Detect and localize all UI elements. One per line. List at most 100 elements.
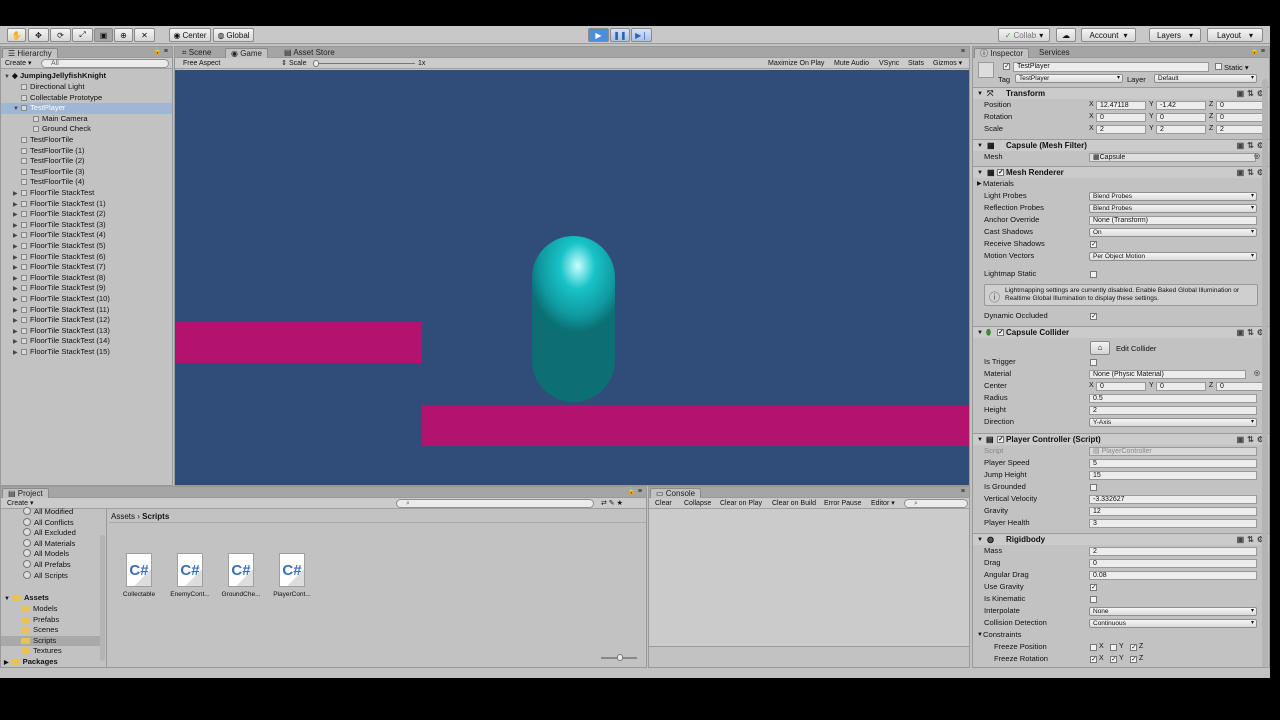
object-picker-icon[interactable]: ◎ [1254,151,1260,163]
hierarchy-item[interactable]: TestFloorTile (3) [1,167,172,178]
script-asset[interactable]: C# Collectable [116,553,162,598]
tab-scene[interactable]: ⌗ Scene [177,48,216,58]
hierarchy-item[interactable]: ▶ FloorTile StackTest (15) [1,347,172,358]
packages-root[interactable]: ▶ Packages [1,657,101,667]
hierarchy-item[interactable]: ▶ FloorTile StackTest (14) [1,336,172,347]
active-checkbox[interactable]: ✓ [1003,63,1010,70]
layout-dropdown[interactable]: Layout ▾ [1207,28,1263,42]
hierarchy-item[interactable]: ▶ FloorTile StackTest [1,188,172,199]
scale-slider[interactable] [313,63,415,64]
folder-tree-scrollbar[interactable] [100,535,105,661]
hierarchy-item[interactable]: ▶ FloorTile StackTest (6) [1,252,172,263]
layers-dropdown[interactable]: Layers ▾ [1149,28,1201,42]
reflection-probes-dropdown[interactable]: Blend Probes [1089,203,1257,213]
is-grounded-checkbox[interactable] [1090,483,1097,491]
icon-size-slider-thumb[interactable] [617,654,623,661]
hierarchy-item[interactable]: ▼ TestPlayer [1,103,172,114]
scale-y-field[interactable]: 2 [1156,124,1206,134]
object-picker-icon[interactable]: ◎ [1254,368,1260,380]
hierarchy-item[interactable]: Directional Light [1,82,172,93]
mesh-renderer-enabled-checkbox[interactable]: ✓ [997,169,1004,176]
console-clear-on-build-button[interactable]: Clear on Build [772,499,816,508]
object-name-field[interactable]: TestPlayer [1013,62,1209,72]
stats-toggle[interactable]: Stats [908,59,924,68]
script-asset[interactable]: C# PlayerCont... [269,553,315,598]
hierarchy-item[interactable]: ▶ FloorTile StackTest (3) [1,220,172,231]
panel-menu-icon[interactable]: 🔒 ≡ [627,487,642,496]
freeze-rotation-z-checkbox[interactable]: ✓ [1130,655,1137,663]
console-collapse-button[interactable]: Collapse [684,499,711,508]
tab-hierarchy[interactable]: ☰ Hierarchy [2,48,58,58]
scale-x-field[interactable]: 2 [1096,124,1146,134]
is-kinematic-checkbox[interactable] [1090,595,1097,603]
favorite-item[interactable]: All Materials [1,538,101,550]
pivot-center-toggle[interactable]: ◉ Center [169,28,211,42]
player-health-field[interactable]: 3 [1089,518,1257,528]
favorite-item[interactable]: All Models [1,549,101,560]
scale-slider-thumb[interactable] [313,60,319,67]
play-button[interactable]: ▶ [588,28,609,42]
center-z-field[interactable]: 0 [1216,381,1266,391]
gravity-field[interactable]: 12 [1089,506,1257,516]
mute-audio-toggle[interactable]: Mute Audio [834,59,869,68]
dynamic-occluded-checkbox[interactable]: ✓ [1090,312,1097,320]
folder-item[interactable]: Models [1,604,101,615]
tab-console[interactable]: ▭ Console [650,488,702,498]
height-field[interactable]: 2 [1089,405,1257,415]
transform-header[interactable]: ▼ ⤧ Transform ▣⇅⚙ [973,87,1269,99]
mesh-field[interactable]: ▦Capsule [1089,152,1256,162]
project-search-input[interactable]: ⌕ [396,499,594,508]
account-dropdown[interactable]: Account ▾ [1081,28,1136,42]
receive-shadows-checkbox[interactable]: ✓ [1090,240,1097,248]
collider-material-field[interactable]: None (Physic Material) [1089,369,1246,379]
hierarchy-item[interactable]: ▶ FloorTile StackTest (11) [1,305,172,316]
mass-field[interactable]: 2 [1089,546,1257,556]
hierarchy-item[interactable]: Collectable Prototype [1,93,172,104]
gizmos-dropdown[interactable]: Gizmos ▾ [933,59,962,68]
layer-dropdown[interactable]: Default [1154,74,1257,83]
console-clear-on-play-button[interactable]: Clear on Play [720,499,762,508]
pivot-global-toggle[interactable]: ◍ Global [213,28,254,42]
cast-shadows-dropdown[interactable]: On [1089,227,1257,237]
assets-root[interactable]: ▼ Assets [1,593,101,604]
use-gravity-checkbox[interactable]: ✓ [1090,583,1097,591]
scale-z-field[interactable]: 2 [1216,124,1266,134]
hierarchy-item[interactable]: ▶ FloorTile StackTest (4) [1,230,172,241]
tab-services[interactable]: Services [1034,48,1075,58]
freeze-position-z-checkbox[interactable]: ✓ [1130,643,1137,651]
console-split-divider[interactable] [649,646,969,647]
position-z-field[interactable]: 0 [1216,100,1266,110]
favorite-item[interactable]: All Modified [1,507,101,518]
tag-dropdown[interactable]: TestPlayer [1015,74,1123,83]
freeze-position-x-checkbox[interactable] [1090,643,1097,651]
rigidbody-header[interactable]: ▼ ◍ Rigidbody ▣⇅⚙ [973,533,1269,545]
hierarchy-search-input[interactable]: All [41,59,169,68]
folder-item[interactable]: Prefabs [1,615,101,626]
breadcrumb-item[interactable]: Scripts [142,512,169,521]
step-button[interactable]: ▶❘ [631,28,652,42]
script-asset[interactable]: C# EnemyCont... [167,553,213,598]
materials-row[interactable]: ▶ Materials [973,178,1269,190]
light-probes-dropdown[interactable]: Blend Probes [1089,191,1257,201]
scene-root[interactable]: ▼ ◆ JumpingJellyfishKnight [1,71,172,82]
tab-asset-store[interactable]: ▤ Asset Store [279,48,340,58]
folder-item[interactable]: Scripts [1,635,101,647]
rotate-tool-icon[interactable]: ⟳ [50,28,71,42]
move-tool-icon[interactable]: ✥ [28,28,49,42]
game-viewport[interactable] [175,70,969,485]
freeze-rotation-x-checkbox[interactable]: ✓ [1090,655,1097,663]
console-log-area[interactable] [649,509,969,646]
freeze-position-y-checkbox[interactable] [1110,643,1117,651]
jump-height-field[interactable]: 15 [1089,470,1257,480]
collision-detection-dropdown[interactable]: Continuous [1089,618,1257,628]
angular-drag-field[interactable]: 0.08 [1089,570,1257,580]
vsync-toggle[interactable]: VSync [879,59,899,68]
favorite-item[interactable]: All Conflicts [1,517,101,529]
custom-tool-icon[interactable]: ✕ [134,28,155,42]
drag-field[interactable]: 0 [1089,558,1257,568]
collab-dropdown[interactable]: ✓ Collab ▾ [998,28,1050,42]
hierarchy-item[interactable]: TestFloorTile (4) [1,177,172,188]
hierarchy-item[interactable]: ▶ FloorTile StackTest (5) [1,241,172,252]
hierarchy-item[interactable]: Main Camera [1,114,172,125]
hierarchy-item[interactable]: ▶ FloorTile StackTest (1) [1,199,172,210]
